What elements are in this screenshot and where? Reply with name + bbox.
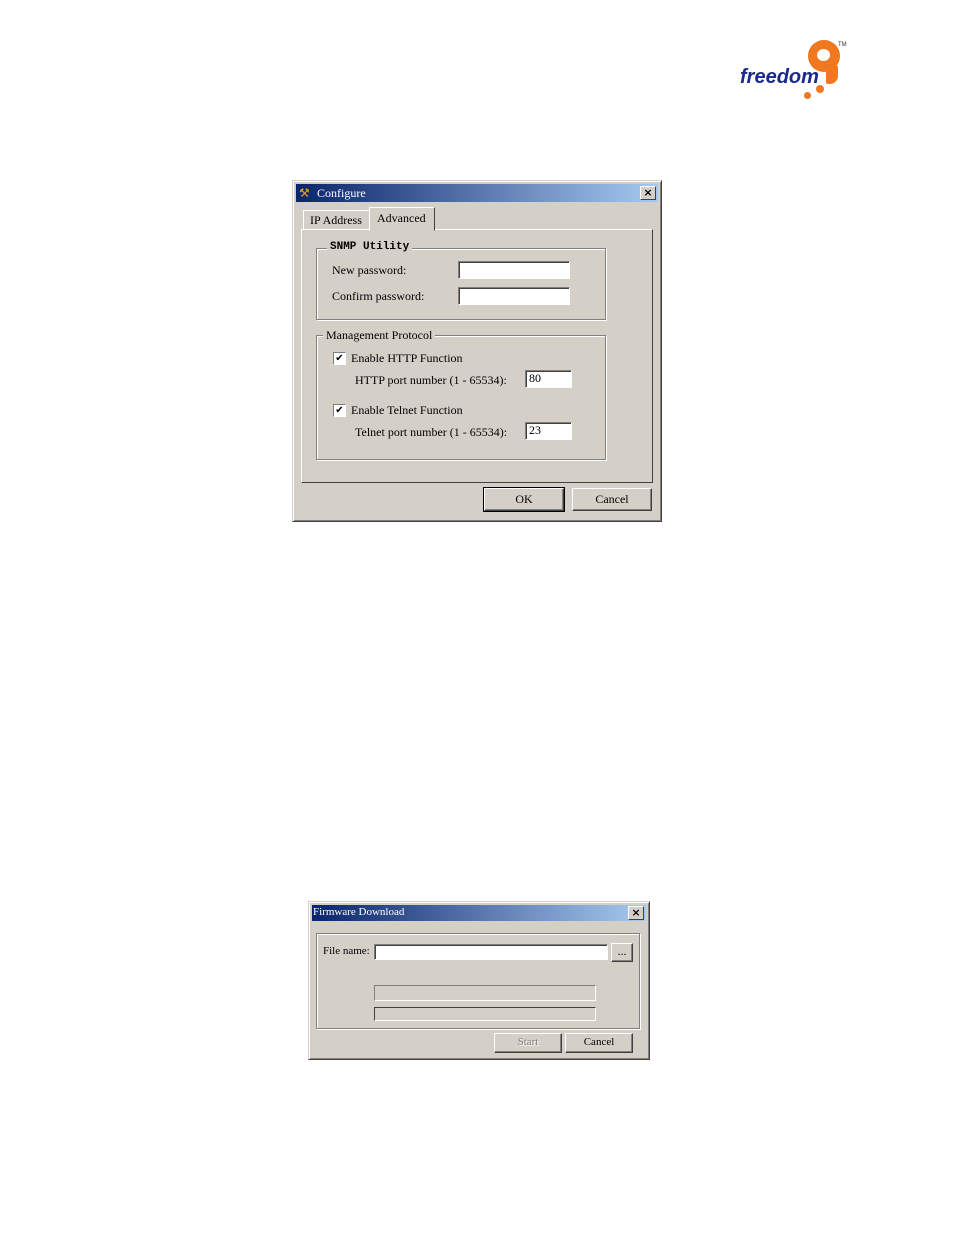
tab-panel: SNMP Utility New password: Confirm passw… [301, 229, 653, 483]
firmware-group: File name: ... [316, 933, 640, 1029]
progress-bar-1 [374, 985, 596, 1001]
snmp-utility-group: SNMP Utility New password: Confirm passw… [316, 241, 606, 320]
enable-telnet-checkbox[interactable]: ✔ [333, 404, 346, 417]
close-button[interactable]: × [628, 906, 644, 920]
confirm-password-input[interactable] [458, 287, 570, 305]
management-protocol-group: Management Protocol ✔ Enable HTTP Functi… [316, 328, 606, 460]
telnet-port-input[interactable]: 23 [525, 422, 572, 440]
progress-bar-2 [374, 1007, 596, 1021]
dialog-title: Configure [317, 186, 366, 200]
configure-dialog: ⚒ Configure × IP Address Advanced SNMP U… [292, 180, 662, 522]
file-name-input[interactable] [374, 944, 608, 960]
enable-http-checkbox[interactable]: ✔ [333, 352, 346, 365]
tab-ip-address[interactable]: IP Address [303, 210, 371, 230]
tab-advanced[interactable]: Advanced [369, 207, 435, 231]
title-bar: ⚒ Configure × [296, 184, 658, 202]
title-bar: Firmware Download × [312, 905, 646, 921]
close-button[interactable]: × [640, 186, 656, 200]
new-password-label: New password: [332, 263, 407, 277]
browse-button[interactable]: ... [611, 943, 633, 962]
document-page: freedom TM ⚒ Configure × IP Address Adva… [0, 0, 954, 1235]
cancel-button[interactable]: Cancel [565, 1033, 633, 1053]
firmware-download-dialog: Firmware Download × File name: ... Start… [308, 901, 650, 1060]
new-password-input[interactable] [458, 261, 570, 279]
cancel-button[interactable]: Cancel [572, 488, 652, 511]
ok-button[interactable]: OK [483, 487, 565, 512]
freedom9-logo: freedom TM [738, 40, 848, 102]
file-name-label: File name: [323, 945, 370, 957]
http-port-input[interactable]: 80 [525, 370, 572, 388]
dialog-title: Firmware Download [313, 906, 405, 918]
start-button[interactable]: Start [494, 1033, 562, 1053]
hammer-icon: ⚒ [299, 186, 310, 200]
confirm-password-label: Confirm password: [332, 289, 425, 303]
